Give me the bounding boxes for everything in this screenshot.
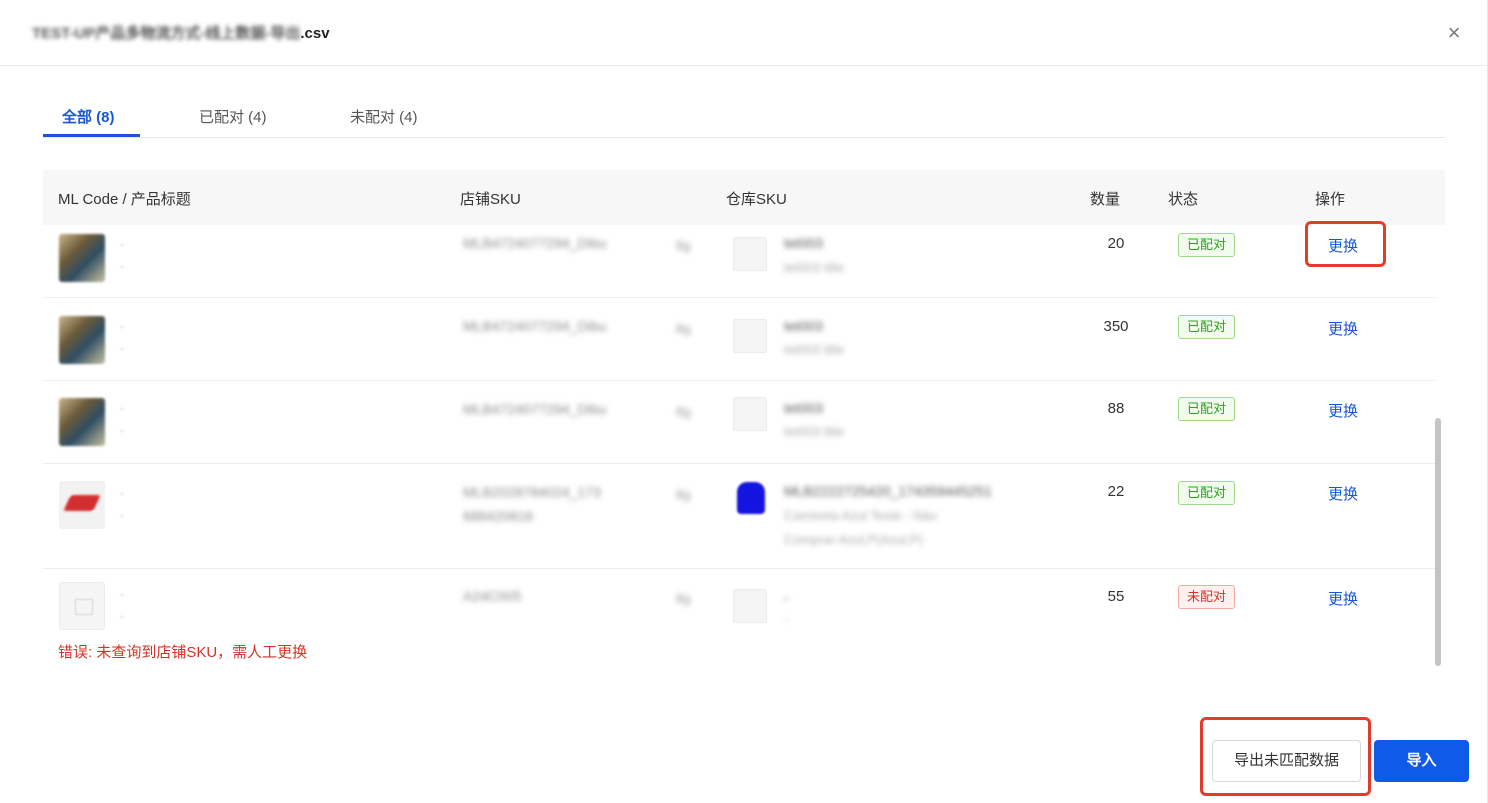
import-button[interactable]: 导入 <box>1374 740 1469 782</box>
column-header-product: ML Code / 产品标题 <box>58 191 191 208</box>
shop-sku: MLB4724077294_Dibu <box>463 318 607 334</box>
replace-link[interactable]: 更换 <box>1328 318 1358 339</box>
sku-unit: 8g <box>676 404 691 419</box>
ml-code: - <box>120 319 124 333</box>
warehouse-sku: MLB2222725420_174359445251 <box>784 483 992 499</box>
product-image-placeholder <box>59 582 105 630</box>
shop-sku: MLB4724077294_Dibu <box>463 235 607 251</box>
ml-code: - <box>120 486 124 500</box>
row-error-message: 错误: 未查询到店铺SKU，需人工更换 <box>58 644 308 661</box>
ml-code: - <box>120 237 124 251</box>
status-badge: 已配对 <box>1178 315 1236 339</box>
sku-unit: 8g <box>676 591 691 606</box>
warehouse-sku: tet003 <box>784 318 823 334</box>
product-thumbnail <box>59 316 105 364</box>
dialog-title-extension: .csv <box>300 25 330 42</box>
column-header-quantity: 数量 <box>1090 191 1121 208</box>
table-header: ML Code / 产品标题 店铺SKU 仓库SKU 数量 状态 操作 <box>43 170 1445 225</box>
quantity: 55 <box>1107 588 1125 605</box>
import-preview-dialog: TEST-UP产品多物流方式-线上数据-导出.csv × 全部 (8) 已配对 … <box>0 0 1488 803</box>
warehouse-image-placeholder <box>733 589 767 623</box>
replace-link[interactable]: 更换 <box>1328 235 1358 256</box>
table-row: - - MLB4724077294_Dibu 8g tet003 tet003 … <box>43 298 1435 381</box>
shop-sku: MLB4724077294_Dibu <box>463 401 607 417</box>
warehouse-sku-title-line-2: Comprar-Azul,P(Azul,P) <box>784 532 923 547</box>
ml-code: - <box>120 401 124 415</box>
product-title: - <box>120 609 124 623</box>
tab-unmatched[interactable]: 未配对 (4) <box>350 106 418 127</box>
tab-matched[interactable]: 已配对 (4) <box>199 106 267 127</box>
dialog-title-filename: TEST-UP产品多物流方式-线上数据-导出 <box>32 25 301 42</box>
status-badge: 已配对 <box>1178 397 1236 421</box>
warehouse-sku-title: tet003 title <box>784 342 844 357</box>
warehouse-product-image <box>733 480 767 514</box>
shop-sku-line-1: MLB2028784024_173 <box>463 484 601 500</box>
replace-link[interactable]: 更换 <box>1328 400 1358 421</box>
dialog-header: TEST-UP产品多物流方式-线上数据-导出.csv × <box>0 0 1488 66</box>
replace-link[interactable]: 更换 <box>1328 588 1358 609</box>
warehouse-image-placeholder <box>733 319 767 353</box>
sku-unit: 8g <box>676 238 691 253</box>
status-badge: 未配对 <box>1178 585 1236 609</box>
product-title: - <box>120 508 124 522</box>
export-unmatched-button[interactable]: 导出未匹配数据 <box>1212 740 1361 782</box>
warehouse-sku-title: tet003 title <box>784 260 844 275</box>
warehouse-sku: - <box>784 589 789 605</box>
close-icon[interactable]: × <box>1443 22 1465 44</box>
product-thumbnail <box>59 234 105 282</box>
warehouse-image-placeholder <box>733 397 767 431</box>
shop-sku: A24C005 <box>463 588 522 604</box>
warehouse-sku-title: tet003 title <box>784 424 844 439</box>
column-header-action: 操作 <box>1315 191 1346 208</box>
replace-link[interactable]: 更换 <box>1328 483 1358 504</box>
sku-unit: 8g <box>676 487 691 502</box>
product-title: - <box>120 423 124 437</box>
quantity: 20 <box>1107 235 1125 252</box>
warehouse-sku: tet003 <box>784 400 823 416</box>
warehouse-sku-title: - <box>784 611 789 626</box>
table-row: - - MLB4724077294_Dibu 8g tet003 tet003 … <box>43 225 1435 298</box>
product-thumbnail <box>59 398 105 446</box>
warehouse-sku-title-line-1: Camiseta Azul Teste - Nào <box>784 508 937 523</box>
table-row: - - MLB4724077294_Dibu 8g tet003 tet003 … <box>43 381 1435 464</box>
column-header-warehouse-sku: 仓库SKU <box>726 191 787 208</box>
status-badge: 已配对 <box>1178 233 1236 257</box>
shop-sku-line-2: 688420816 <box>463 508 534 524</box>
column-header-shop-sku: 店铺SKU <box>460 191 521 208</box>
product-thumbnail <box>59 481 105 529</box>
status-badge: 已配对 <box>1178 481 1236 505</box>
table-row: - - A24C005 8g - - 55 未配对 更换 错误: 未查询到店铺S… <box>43 569 1435 679</box>
tab-all[interactable]: 全部 (8) <box>62 106 115 127</box>
table-scrollbar[interactable] <box>1435 418 1441 666</box>
table-row: - - MLB2028784024_173 688420816 8g MLB22… <box>43 464 1435 569</box>
warehouse-sku: tet003 <box>784 235 823 251</box>
tab-active-indicator <box>43 134 140 137</box>
warehouse-image-placeholder <box>733 237 767 271</box>
column-header-status: 状态 <box>1168 191 1199 208</box>
tab-bar: 全部 (8) 已配对 (4) 未配对 (4) <box>43 100 1445 138</box>
product-title: - <box>120 259 124 273</box>
quantity: 22 <box>1107 483 1125 500</box>
product-title: - <box>120 341 124 355</box>
sku-unit: 8g <box>676 321 691 336</box>
ml-code: - <box>120 587 124 601</box>
quantity: 88 <box>1107 400 1125 417</box>
quantity: 350 <box>1103 318 1129 335</box>
dialog-title: TEST-UP产品多物流方式-线上数据-导出.csv <box>32 22 330 43</box>
